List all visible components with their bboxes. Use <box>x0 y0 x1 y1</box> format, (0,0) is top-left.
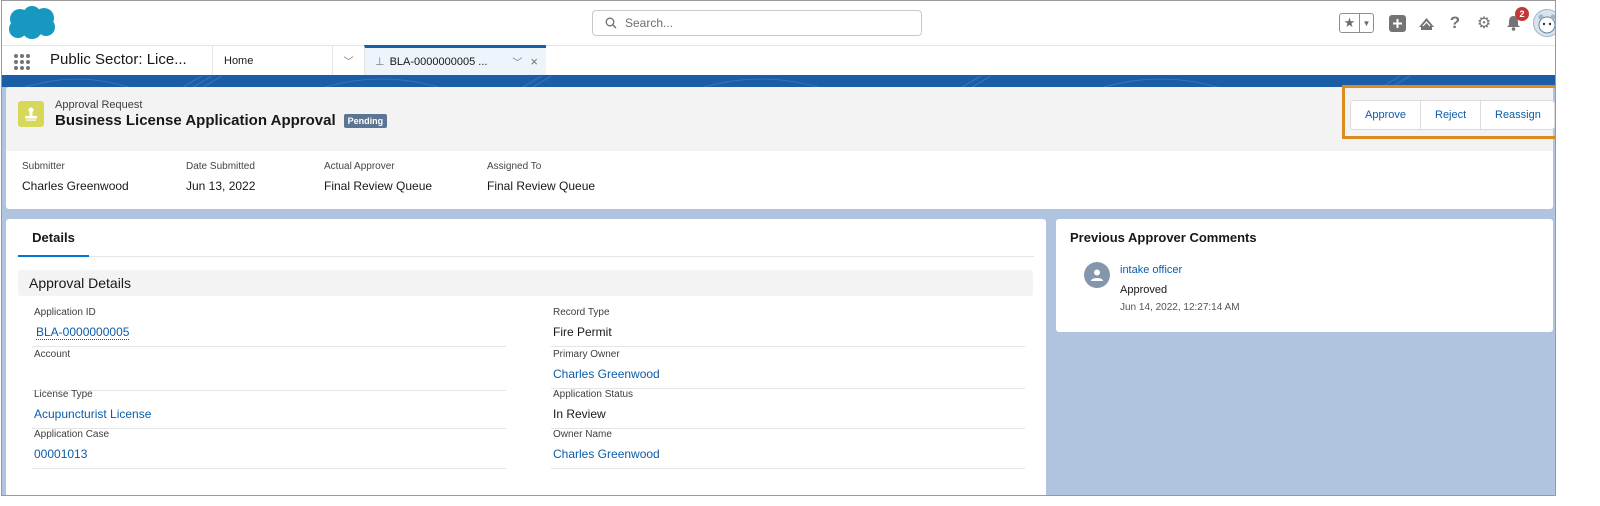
field-application-status: Application Status In Review <box>551 389 1025 429</box>
trailhead-icon[interactable] <box>1417 14 1435 32</box>
user-avatar-icon <box>1084 262 1110 288</box>
record-title: Business License Application Approval <box>55 112 336 129</box>
field-label: Date Submitted <box>186 161 255 172</box>
previous-approver-comments-card: Previous Approver Comments intake office… <box>1056 219 1553 332</box>
record-highlights-panel: Approval Request Business License Applic… <box>6 85 1555 209</box>
user-avatar[interactable] <box>1533 9 1555 37</box>
salesforce-logo[interactable] <box>6 5 56 41</box>
details-card: Details Approval Details Application ID … <box>6 219 1046 495</box>
field-label: License Type <box>34 389 93 400</box>
highlight-field-assigned-to: Assigned To Final Review Queue <box>487 161 687 193</box>
header-utility-icons: ★ ▼ ? ⚙ 2 <box>1339 7 1555 39</box>
approval-stamp-icon: ⊥ <box>375 56 385 68</box>
field-value: Jun 13, 2022 <box>186 179 256 193</box>
favorites-dropdown-icon[interactable]: ▼ <box>1360 14 1373 32</box>
field-value: Final Review Queue <box>324 179 433 193</box>
reject-button[interactable]: Reject <box>1421 101 1481 129</box>
highlight-field-actual-approver: Actual Approver Final Review Queue <box>324 161 487 193</box>
license-type-link[interactable]: Acupuncturist License <box>34 407 151 421</box>
notifications-bell-icon[interactable]: 2 <box>1504 7 1529 32</box>
field-label: Application Status <box>553 389 634 400</box>
comment-author-link[interactable]: intake officer <box>1120 264 1182 276</box>
field-label: Submitter <box>22 161 65 172</box>
notification-badge: 2 <box>1515 7 1529 21</box>
status-badge: Pending <box>343 113 388 128</box>
nav-tab-home[interactable]: Home <box>212 46 332 75</box>
field-label: Record Type <box>553 307 610 318</box>
global-header: Search... ★ ▼ ? ⚙ 2 <box>2 1 1555 45</box>
search-placeholder: Search... <box>625 16 674 30</box>
page-title: Business License Application Approval Pe… <box>55 112 388 129</box>
field-primary-owner: Primary Owner Charles Greenwood <box>551 349 1025 389</box>
nav-tab-record[interactable]: ⊥ BLA-0000000005 ... ﹀ × <box>364 45 546 75</box>
owner-name-link[interactable]: Charles Greenwood <box>553 447 660 461</box>
app-launcher-icon[interactable] <box>14 54 32 70</box>
field-label: Actual Approver <box>324 161 395 172</box>
app-name: Public Sector: Lice... <box>50 51 187 68</box>
record-tabs: Details <box>18 219 1034 257</box>
field-label: Application Case <box>34 429 110 440</box>
approve-button[interactable]: Approve <box>1351 101 1421 129</box>
field-label: Account <box>34 349 71 360</box>
section-header-approval-details[interactable]: Approval Details <box>18 270 1033 296</box>
navigation-bar: Public Sector: Lice... Home ﹀ ⊥ BLA-0000… <box>2 45 1555 75</box>
field-label: Application ID <box>34 307 96 318</box>
highlight-fields: Submitter Charles Greenwood Date Submitt… <box>6 151 1553 193</box>
comment-status: Approved <box>1120 284 1168 296</box>
nav-tab-label: BLA-0000000005 ... <box>389 55 488 68</box>
application-id-link[interactable]: BLA-0000000005 <box>36 325 130 340</box>
field-label: Owner Name <box>553 429 612 440</box>
record-header: Approval Request Business License Applic… <box>6 85 1555 151</box>
search-icon <box>605 17 617 29</box>
global-search-input[interactable]: Search... <box>592 10 922 36</box>
favorites-button-group: ★ ▼ <box>1339 13 1374 33</box>
nav-tab-label: Home <box>224 54 254 67</box>
approval-stamp-icon <box>18 101 44 127</box>
highlight-field-submitter: Submitter Charles Greenwood <box>22 161 186 193</box>
app-window: Search... ★ ▼ ? ⚙ 2 Public Sector: Lice.… <box>1 0 1556 496</box>
highlight-field-date-submitted: Date Submitted Jun 13, 2022 <box>186 161 324 193</box>
field-application-id: Application ID BLA-0000000005 <box>32 307 506 347</box>
tab-chevron-down-icon[interactable]: ﹀ <box>512 54 522 69</box>
frame-bottom <box>0 496 1600 506</box>
comment-date: Jun 14, 2022, 12:27:14 AM <box>1120 302 1240 313</box>
help-icon[interactable]: ? <box>1446 13 1464 32</box>
application-case-link[interactable]: 00001013 <box>34 447 87 461</box>
field-application-case: Application Case 00001013 <box>32 429 506 469</box>
field-label: Assigned To <box>487 161 542 172</box>
field-owner-name: Owner Name Charles Greenwood <box>551 429 1025 469</box>
record-actions: Approve Reject Reassign <box>1350 100 1555 130</box>
card-title: Previous Approver Comments <box>1070 230 1257 245</box>
field-account: Account <box>32 349 506 391</box>
field-label: Primary Owner <box>553 349 620 360</box>
field-license-type: License Type Acupuncturist License <box>32 389 506 429</box>
reassign-button[interactable]: Reassign <box>1481 101 1554 129</box>
page-banner <box>2 75 1555 89</box>
field-record-type: Record Type Fire Permit <box>551 307 1025 347</box>
setup-gear-icon[interactable]: ⚙ <box>1475 14 1493 32</box>
field-value: Final Review Queue <box>487 179 596 193</box>
global-actions-plus-icon[interactable] <box>1388 14 1406 32</box>
field-value: Fire Permit <box>553 325 612 339</box>
field-value: Charles Greenwood <box>22 179 129 193</box>
primary-owner-link[interactable]: Charles Greenwood <box>553 367 660 381</box>
nav-chevron-down-icon[interactable]: ﹀ <box>332 46 364 75</box>
tab-close-icon[interactable]: × <box>530 54 538 69</box>
record-object-type: Approval Request <box>55 99 143 111</box>
favorites-star-icon[interactable]: ★ <box>1340 14 1360 32</box>
tab-details[interactable]: Details <box>18 219 89 257</box>
field-value: In Review <box>553 407 606 421</box>
